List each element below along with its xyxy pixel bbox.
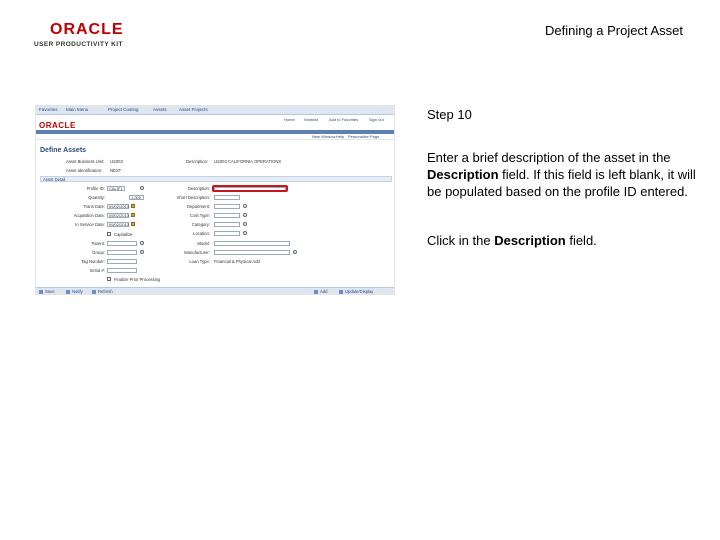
action-text: Click in the: [427, 233, 495, 248]
business-unit-label: Asset Business Unit:: [66, 159, 105, 164]
update-display-button[interactable]: Update/Display: [345, 289, 373, 294]
nav-assets[interactable]: Assets: [153, 107, 167, 112]
add-icon: [314, 290, 318, 294]
search-icon[interactable]: [293, 250, 297, 254]
model-label: Model:: [197, 241, 210, 246]
oracle-upk-logo: ORACLE USER PRODUCTIVITY KIT: [34, 21, 134, 49]
acquisition-date-input[interactable]: 09/02/2013: [107, 213, 129, 218]
link-help[interactable]: Help: [336, 134, 344, 139]
department-input[interactable]: [214, 204, 240, 209]
location-input[interactable]: [214, 231, 240, 236]
group-input[interactable]: [107, 250, 137, 255]
link-new-window[interactable]: New Window: [312, 134, 335, 139]
category-label: Category:: [191, 222, 210, 227]
cost-type-label: Cost Type:: [190, 213, 210, 218]
notify-icon: [66, 290, 70, 294]
category-input[interactable]: [214, 222, 240, 227]
trans-date-label: Trans Date:: [83, 204, 105, 209]
manufacturer-label: Manufacturer:: [184, 250, 210, 255]
step-number: Step 10: [427, 107, 472, 122]
update-display-icon: [339, 290, 343, 294]
description-label: Description:: [187, 186, 210, 191]
page-title: Define Assets: [40, 147, 87, 154]
manufacturer-input[interactable]: [214, 250, 290, 255]
parent-label: Parent:: [91, 241, 105, 246]
nav-favorites[interactable]: Favorites: [39, 107, 58, 112]
action-field-name: Description: [494, 233, 566, 248]
link-personalize-page[interactable]: Personalize Page: [348, 134, 379, 139]
in-service-date-label: In Service Date:: [75, 222, 105, 227]
save-button[interactable]: Save: [45, 289, 55, 294]
save-icon: [39, 290, 43, 294]
app-brand: ORACLE: [39, 121, 76, 130]
instruction-paragraph: Enter a brief description of the asset i…: [427, 149, 697, 201]
serial-input[interactable]: [107, 268, 137, 273]
bottom-toolbar: Save Notify Refresh Add Update/Display: [36, 287, 394, 294]
calendar-icon[interactable]: [131, 204, 135, 208]
loan-type-value[interactable]: Financial & Physical Add: [214, 259, 260, 264]
document-title: Defining a Project Asset: [544, 23, 683, 38]
profile-id-input[interactable]: CALIF1: [107, 186, 125, 191]
description-field-highlight: [212, 185, 288, 192]
search-icon[interactable]: [243, 231, 247, 235]
description-header-value: US003 CALIFORNIA OPERATIONS: [214, 159, 282, 164]
link-sign-out[interactable]: Sign out: [369, 117, 384, 122]
nav-main-menu[interactable]: Main Menu: [66, 107, 88, 112]
refresh-button[interactable]: Refresh: [98, 289, 113, 294]
department-label: Department:: [186, 204, 210, 209]
serial-label: Serial #:: [89, 268, 105, 273]
section-label: Asset Detail: [43, 177, 66, 182]
search-icon[interactable]: [243, 222, 247, 226]
short-description-input[interactable]: [214, 195, 240, 200]
link-home[interactable]: Home: [284, 117, 295, 122]
search-icon[interactable]: [243, 213, 247, 217]
trans-date-input[interactable]: 09/02/2013: [107, 204, 129, 209]
parent-input[interactable]: [107, 241, 137, 246]
capitalize-label: Capitalize: [114, 232, 133, 237]
cost-type-input[interactable]: [214, 213, 240, 218]
tag-number-input[interactable]: [107, 259, 137, 264]
application-screenshot: Favorites Main Menu Project Costing Asse…: [35, 105, 395, 295]
link-worklist[interactable]: Worklist: [304, 117, 318, 122]
pending-checkbox[interactable]: [107, 277, 111, 281]
search-icon[interactable]: [140, 186, 144, 190]
quantity-label: Quantity:: [88, 195, 105, 200]
add-button[interactable]: Add: [320, 289, 327, 294]
logo-tagline: USER PRODUCTIVITY KIT: [34, 41, 123, 48]
asset-detail-section: Asset Detail: [40, 176, 392, 182]
top-navigation-bar: Favorites Main Menu Project Costing Asse…: [36, 106, 394, 115]
in-service-date-input[interactable]: 09/02/2013: [107, 222, 129, 227]
notify-button[interactable]: Notify: [72, 289, 83, 294]
quantity-input[interactable]: 1.000: [129, 195, 144, 200]
action-text: field.: [565, 233, 597, 248]
search-icon[interactable]: [140, 241, 144, 245]
search-icon[interactable]: [140, 250, 144, 254]
acquisition-date-label: Acquisition Date:: [73, 213, 105, 218]
action-paragraph: Click in the Description field.: [427, 232, 697, 249]
calendar-icon[interactable]: [131, 222, 135, 226]
instruction-text: Enter a brief description of the asset i…: [427, 150, 671, 165]
loan-type-label: Loan Type:: [189, 259, 210, 264]
group-label: Group:: [92, 250, 105, 255]
pending-label: Finalize Prior Processing: [114, 277, 161, 282]
description-header-label: Description:: [186, 159, 209, 164]
profile-id-label: Profile ID:: [86, 186, 105, 191]
short-description-label: Short Description:: [176, 195, 210, 200]
business-unit-value: US003: [110, 159, 123, 164]
nav-asset-projects[interactable]: Asset Projects: [179, 107, 208, 112]
asset-id-value: NEXT: [110, 168, 122, 173]
location-label: Location:: [193, 231, 210, 236]
tag-number-label: Tag Number:: [81, 259, 105, 264]
asset-id-label: Asset Identification:: [66, 168, 103, 173]
instruction-field-name: Description: [427, 167, 499, 183]
calendar-icon[interactable]: [131, 213, 135, 217]
link-add-favorites[interactable]: Add to Favorites: [329, 117, 358, 122]
search-icon[interactable]: [243, 204, 247, 208]
refresh-icon: [92, 290, 96, 294]
capitalize-checkbox[interactable]: [107, 232, 111, 236]
nav-project-costing[interactable]: Project Costing: [108, 107, 139, 112]
logo-brand: ORACLE: [50, 21, 124, 38]
model-input[interactable]: [214, 241, 290, 246]
